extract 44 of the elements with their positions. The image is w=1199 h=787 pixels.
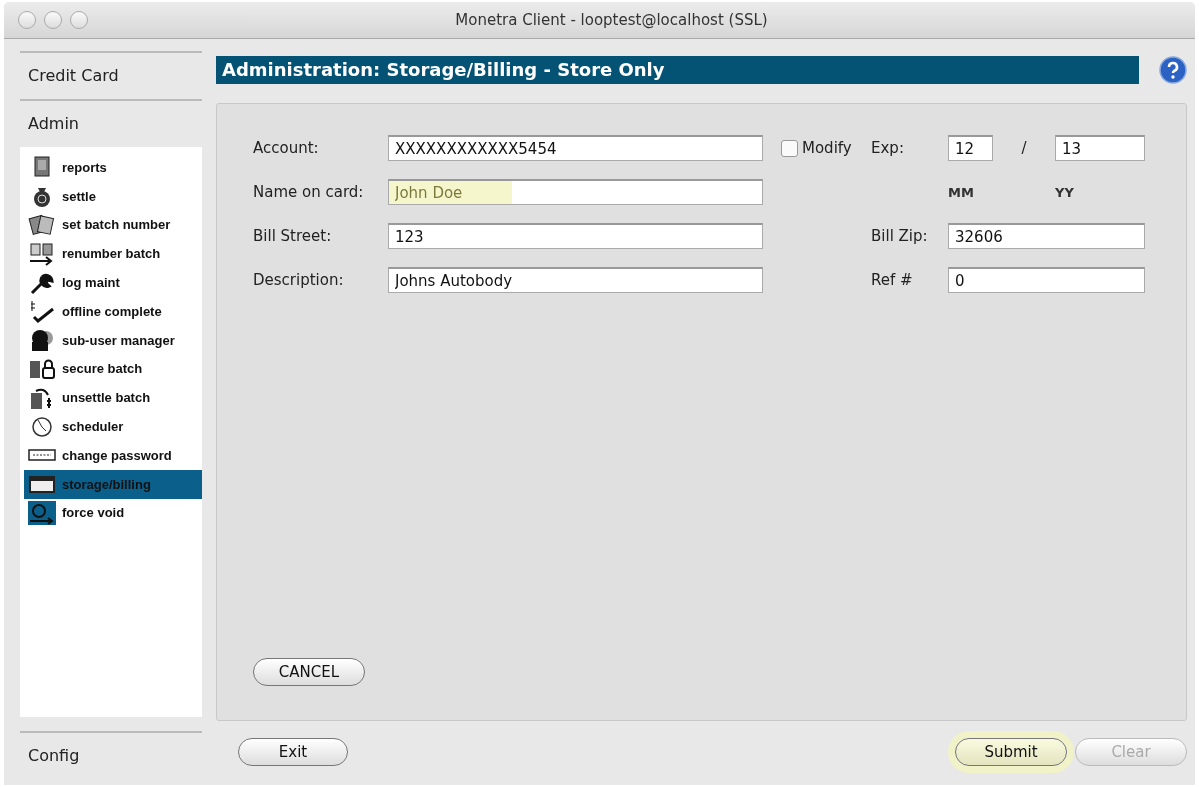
window-button[interactable] bbox=[44, 11, 62, 29]
field-label: Bill Zip: bbox=[871, 227, 929, 245]
sidebar-item[interactable]: log maint bbox=[24, 268, 202, 297]
sidebar-tab[interactable]: Config bbox=[20, 731, 202, 777]
sidebar-item[interactable]: unsettle batch bbox=[24, 383, 202, 413]
sidebar-item[interactable]: settle bbox=[24, 181, 202, 211]
sidebar-item[interactable]: scheduler bbox=[24, 412, 202, 441]
separator: / bbox=[1020, 139, 1028, 157]
input-field[interactable]: John Doe bbox=[388, 179, 763, 205]
input-field[interactable]: 123 bbox=[388, 223, 763, 249]
field-label: Description: bbox=[253, 271, 345, 289]
cancel-button[interactable]: CANCEL bbox=[253, 658, 365, 686]
page-header: Administration: Storage/Billing - Store Only bbox=[216, 56, 1139, 84]
arrow-icon bbox=[28, 241, 56, 266]
field-label: Account: bbox=[253, 139, 320, 157]
sidebar-item[interactable]: set batch number bbox=[24, 210, 202, 240]
exit-button[interactable]: Exit bbox=[238, 738, 348, 766]
input-field[interactable]: 0 bbox=[948, 267, 1145, 293]
cards-icon bbox=[28, 213, 56, 237]
field-label: Exp: bbox=[871, 139, 905, 157]
sidebar-item[interactable]: reports bbox=[24, 153, 202, 182]
sidebar-item[interactable]: renumber batch bbox=[24, 239, 202, 269]
sidebar-item[interactable]: change password bbox=[24, 440, 202, 470]
input-field[interactable]: 32606 bbox=[948, 223, 1145, 249]
sidebar-item[interactable]: secure batch bbox=[24, 354, 202, 384]
window-button[interactable] bbox=[18, 11, 36, 29]
modify-checkbox[interactable]: Modify bbox=[781, 139, 871, 157]
sidebar-item[interactable]: sub-user manager bbox=[24, 325, 202, 355]
field-hint: YY bbox=[1055, 184, 1075, 200]
sidebar-item[interactable]: offline complete bbox=[24, 297, 202, 326]
window-title: Monetra Client - looptest@localhost (SSL) bbox=[454, 11, 769, 29]
input-field[interactable]: 12 bbox=[948, 135, 993, 161]
field-label: Ref # bbox=[871, 271, 914, 289]
sidebar-tab[interactable]: Credit Card bbox=[20, 51, 202, 97]
input-field[interactable]: XXXXXXXXXXXX5454 bbox=[388, 135, 763, 161]
sidebar-item[interactable]: force void bbox=[24, 498, 202, 528]
field-hint: MM bbox=[948, 184, 975, 200]
help-icon[interactable] bbox=[1159, 56, 1187, 84]
sidebar-tab[interactable]: Admin bbox=[20, 99, 202, 145]
input-field[interactable]: Johns Autobody bbox=[388, 267, 763, 293]
field-label: Name on card: bbox=[253, 183, 365, 201]
field-label: Bill Street: bbox=[253, 227, 333, 245]
window-button[interactable] bbox=[70, 11, 88, 29]
input-field[interactable]: 13 bbox=[1055, 135, 1145, 161]
